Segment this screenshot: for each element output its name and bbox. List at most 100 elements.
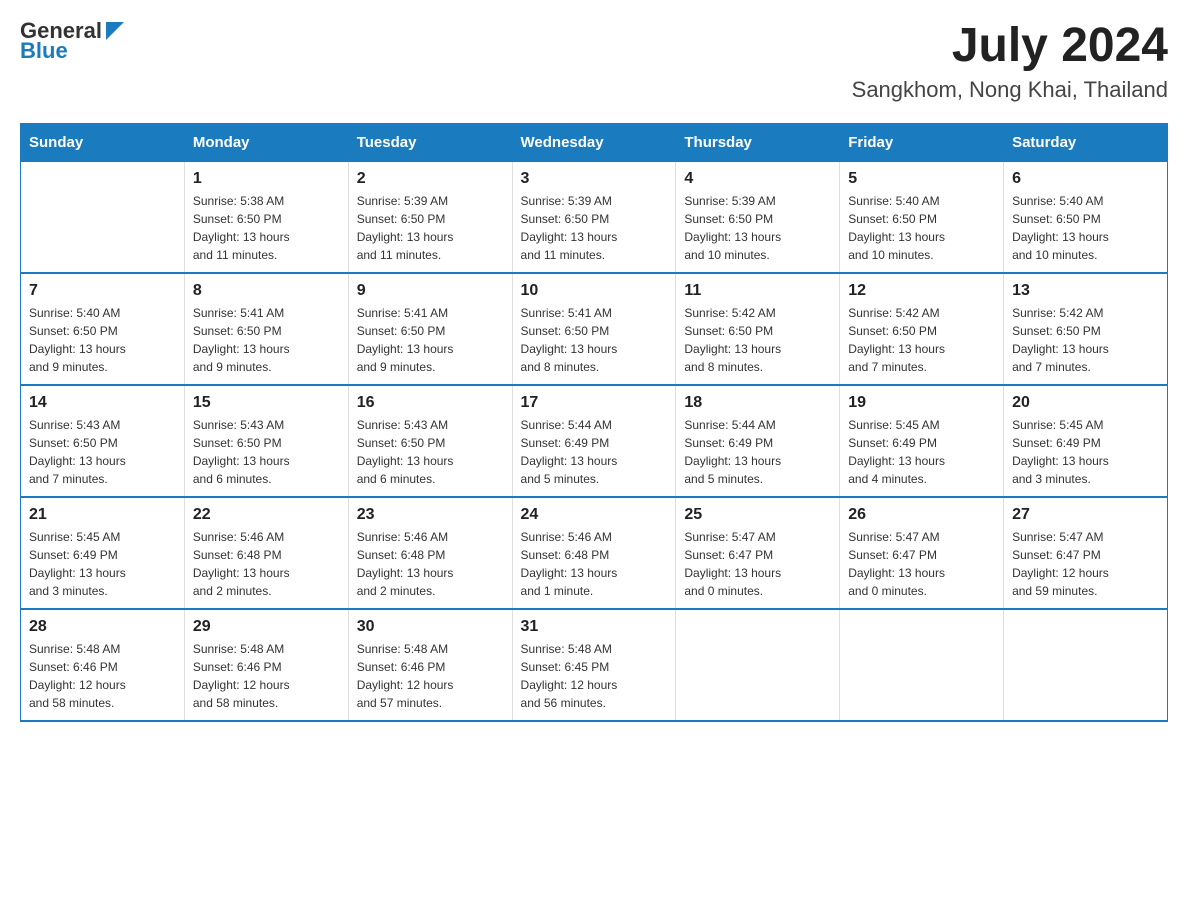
day-info: Sunrise: 5:43 AMSunset: 6:50 PMDaylight:… <box>29 416 176 488</box>
day-info: Sunrise: 5:48 AMSunset: 6:45 PMDaylight:… <box>521 640 668 712</box>
calendar-cell: 17 Sunrise: 5:44 AMSunset: 6:49 PMDayligh… <box>512 385 676 497</box>
calendar-cell: 22 Sunrise: 5:46 AMSunset: 6:48 PMDayligh… <box>184 497 348 609</box>
day-info: Sunrise: 5:40 AMSunset: 6:50 PMDaylight:… <box>29 304 176 376</box>
day-number: 29 <box>193 618 340 636</box>
column-header-thursday: Thursday <box>676 123 840 161</box>
day-number: 3 <box>521 170 668 188</box>
day-info: Sunrise: 5:48 AMSunset: 6:46 PMDaylight:… <box>193 640 340 712</box>
calendar-cell: 6 Sunrise: 5:40 AMSunset: 6:50 PMDaylight… <box>1004 161 1168 273</box>
calendar-cell: 7 Sunrise: 5:40 AMSunset: 6:50 PMDaylight… <box>21 273 185 385</box>
calendar-cell: 15 Sunrise: 5:43 AMSunset: 6:50 PMDayligh… <box>184 385 348 497</box>
title-block: July 2024 Sangkhom, Nong Khai, Thailand <box>852 20 1168 103</box>
page-header: General Blue July 2024 Sangkhom, Nong Kh… <box>20 20 1168 103</box>
day-number: 21 <box>29 506 176 524</box>
day-info: Sunrise: 5:41 AMSunset: 6:50 PMDaylight:… <box>193 304 340 376</box>
day-number: 25 <box>684 506 831 524</box>
day-info: Sunrise: 5:42 AMSunset: 6:50 PMDaylight:… <box>848 304 995 376</box>
calendar-cell <box>1004 609 1168 721</box>
day-info: Sunrise: 5:40 AMSunset: 6:50 PMDaylight:… <box>848 192 995 264</box>
calendar-cell <box>21 161 185 273</box>
day-number: 7 <box>29 282 176 300</box>
calendar-cell: 9 Sunrise: 5:41 AMSunset: 6:50 PMDaylight… <box>348 273 512 385</box>
logo-text-blue: Blue <box>20 40 68 62</box>
day-info: Sunrise: 5:47 AMSunset: 6:47 PMDaylight:… <box>1012 528 1159 600</box>
calendar-week-row: 14 Sunrise: 5:43 AMSunset: 6:50 PMDayligh… <box>21 385 1168 497</box>
day-number: 10 <box>521 282 668 300</box>
calendar-cell: 19 Sunrise: 5:45 AMSunset: 6:49 PMDayligh… <box>840 385 1004 497</box>
calendar-table: SundayMondayTuesdayWednesdayThursdayFrid… <box>20 123 1168 722</box>
day-info: Sunrise: 5:48 AMSunset: 6:46 PMDaylight:… <box>29 640 176 712</box>
calendar-week-row: 28 Sunrise: 5:48 AMSunset: 6:46 PMDayligh… <box>21 609 1168 721</box>
calendar-cell <box>676 609 840 721</box>
column-header-wednesday: Wednesday <box>512 123 676 161</box>
calendar-cell: 4 Sunrise: 5:39 AMSunset: 6:50 PMDaylight… <box>676 161 840 273</box>
day-number: 18 <box>684 394 831 412</box>
logo: General Blue <box>20 20 124 62</box>
day-info: Sunrise: 5:42 AMSunset: 6:50 PMDaylight:… <box>1012 304 1159 376</box>
column-header-saturday: Saturday <box>1004 123 1168 161</box>
calendar-cell <box>840 609 1004 721</box>
calendar-cell: 13 Sunrise: 5:42 AMSunset: 6:50 PMDayligh… <box>1004 273 1168 385</box>
day-info: Sunrise: 5:41 AMSunset: 6:50 PMDaylight:… <box>521 304 668 376</box>
column-header-monday: Monday <box>184 123 348 161</box>
day-info: Sunrise: 5:39 AMSunset: 6:50 PMDaylight:… <box>357 192 504 264</box>
column-header-sunday: Sunday <box>21 123 185 161</box>
calendar-cell: 12 Sunrise: 5:42 AMSunset: 6:50 PMDayligh… <box>840 273 1004 385</box>
day-number: 20 <box>1012 394 1159 412</box>
day-info: Sunrise: 5:48 AMSunset: 6:46 PMDaylight:… <box>357 640 504 712</box>
day-number: 2 <box>357 170 504 188</box>
day-info: Sunrise: 5:44 AMSunset: 6:49 PMDaylight:… <box>521 416 668 488</box>
day-info: Sunrise: 5:45 AMSunset: 6:49 PMDaylight:… <box>29 528 176 600</box>
calendar-cell: 10 Sunrise: 5:41 AMSunset: 6:50 PMDayligh… <box>512 273 676 385</box>
calendar-cell: 30 Sunrise: 5:48 AMSunset: 6:46 PMDayligh… <box>348 609 512 721</box>
calendar-cell: 20Sunrise: 5:45 AMSunset: 6:49 PMDayligh… <box>1004 385 1168 497</box>
day-number: 13 <box>1012 282 1159 300</box>
calendar-cell: 11Sunrise: 5:42 AMSunset: 6:50 PMDayligh… <box>676 273 840 385</box>
day-info: Sunrise: 5:40 AMSunset: 6:50 PMDaylight:… <box>1012 192 1159 264</box>
day-info: Sunrise: 5:42 AMSunset: 6:50 PMDaylight:… <box>684 304 831 376</box>
calendar-cell: 21 Sunrise: 5:45 AMSunset: 6:49 PMDayligh… <box>21 497 185 609</box>
day-info: Sunrise: 5:46 AMSunset: 6:48 PMDaylight:… <box>521 528 668 600</box>
day-info: Sunrise: 5:45 AMSunset: 6:49 PMDaylight:… <box>848 416 995 488</box>
calendar-cell: 3 Sunrise: 5:39 AMSunset: 6:50 PMDaylight… <box>512 161 676 273</box>
day-number: 30 <box>357 618 504 636</box>
day-info: Sunrise: 5:46 AMSunset: 6:48 PMDaylight:… <box>357 528 504 600</box>
calendar-cell: 23 Sunrise: 5:46 AMSunset: 6:48 PMDayligh… <box>348 497 512 609</box>
calendar-week-row: 1Sunrise: 5:38 AMSunset: 6:50 PMDaylight… <box>21 161 1168 273</box>
day-info: Sunrise: 5:47 AMSunset: 6:47 PMDaylight:… <box>848 528 995 600</box>
column-header-tuesday: Tuesday <box>348 123 512 161</box>
calendar-cell: 16Sunrise: 5:43 AMSunset: 6:50 PMDayligh… <box>348 385 512 497</box>
calendar-cell: 1Sunrise: 5:38 AMSunset: 6:50 PMDaylight… <box>184 161 348 273</box>
calendar-cell: 28 Sunrise: 5:48 AMSunset: 6:46 PMDayligh… <box>21 609 185 721</box>
day-info: Sunrise: 5:39 AMSunset: 6:50 PMDaylight:… <box>521 192 668 264</box>
day-number: 12 <box>848 282 995 300</box>
day-number: 22 <box>193 506 340 524</box>
calendar-cell: 14 Sunrise: 5:43 AMSunset: 6:50 PMDayligh… <box>21 385 185 497</box>
day-number: 17 <box>521 394 668 412</box>
day-number: 4 <box>684 170 831 188</box>
day-number: 23 <box>357 506 504 524</box>
calendar-cell: 8Sunrise: 5:41 AMSunset: 6:50 PMDaylight… <box>184 273 348 385</box>
day-info: Sunrise: 5:41 AMSunset: 6:50 PMDaylight:… <box>357 304 504 376</box>
day-number: 19 <box>848 394 995 412</box>
day-number: 14 <box>29 394 176 412</box>
calendar-cell: 26 Sunrise: 5:47 AMSunset: 6:47 PMDayligh… <box>840 497 1004 609</box>
calendar-cell: 24 Sunrise: 5:46 AMSunset: 6:48 PMDayligh… <box>512 497 676 609</box>
day-number: 26 <box>848 506 995 524</box>
day-info: Sunrise: 5:43 AMSunset: 6:50 PMDaylight:… <box>357 416 504 488</box>
day-number: 1 <box>193 170 340 188</box>
day-number: 27 <box>1012 506 1159 524</box>
calendar-cell: 27 Sunrise: 5:47 AMSunset: 6:47 PMDayligh… <box>1004 497 1168 609</box>
day-info: Sunrise: 5:39 AMSunset: 6:50 PMDaylight:… <box>684 192 831 264</box>
day-number: 9 <box>357 282 504 300</box>
day-number: 24 <box>521 506 668 524</box>
day-number: 6 <box>1012 170 1159 188</box>
calendar-cell: 29 Sunrise: 5:48 AMSunset: 6:46 PMDayligh… <box>184 609 348 721</box>
calendar-cell: 25Sunrise: 5:47 AMSunset: 6:47 PMDayligh… <box>676 497 840 609</box>
day-number: 15 <box>193 394 340 412</box>
day-info: Sunrise: 5:46 AMSunset: 6:48 PMDaylight:… <box>193 528 340 600</box>
calendar-week-row: 21 Sunrise: 5:45 AMSunset: 6:49 PMDayligh… <box>21 497 1168 609</box>
day-number: 28 <box>29 618 176 636</box>
column-header-friday: Friday <box>840 123 1004 161</box>
day-info: Sunrise: 5:43 AMSunset: 6:50 PMDaylight:… <box>193 416 340 488</box>
